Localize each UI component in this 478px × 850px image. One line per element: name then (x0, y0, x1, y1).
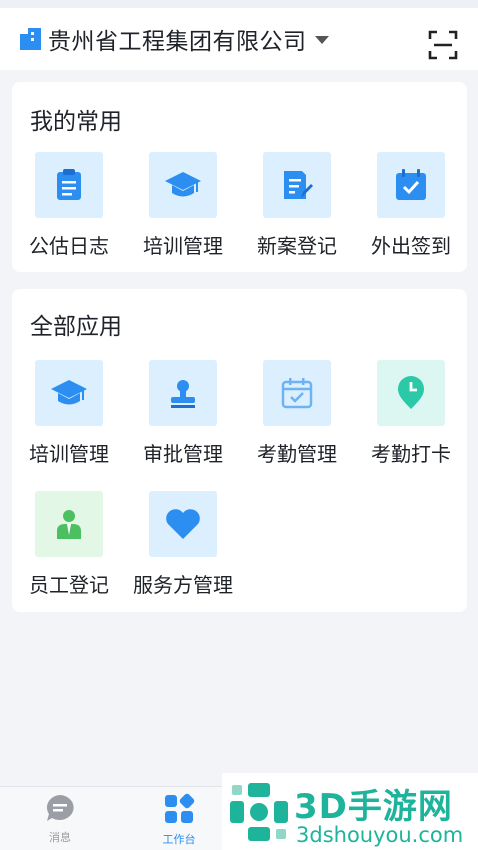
watermark: 3D手游网 3dshouyou.com (222, 773, 478, 850)
clock-pin-icon (398, 376, 424, 409)
watermark-title: 3D手游网 (294, 787, 453, 827)
tab-workbench[interactable]: 工作台 (149, 793, 209, 847)
all-apps-card: 全部应用 培训管理 审批管理 考勤管理 考勤打卡 员工登记 服务方管理 (12, 289, 467, 612)
app-daily-log[interactable]: 公估日志 (12, 152, 126, 259)
top-header: 贵州省工程集团有限公司 (0, 8, 478, 70)
app-label: 考勤管理 (257, 442, 337, 466)
app-tile (35, 152, 103, 218)
app-attendance[interactable]: 考勤管理 (240, 360, 354, 467)
stamp-icon (171, 380, 195, 408)
app-label: 培训管理 (29, 442, 109, 466)
app-label: 外出签到 (371, 234, 451, 258)
calendar-check-icon (396, 169, 426, 200)
app-service-provider[interactable]: 服务方管理 (126, 491, 240, 598)
app-tile (35, 491, 103, 557)
app-new-case[interactable]: 新案登记 (240, 152, 354, 259)
app-label: 新案登记 (257, 234, 337, 258)
company-selector[interactable]: 贵州省工程集团有限公司 (18, 22, 329, 56)
tab-label: 工作台 (162, 833, 196, 846)
app-tile (377, 152, 445, 218)
graduation-cap-icon (51, 380, 87, 405)
my-common-card: 我的常用 公估日志 培训管理 新案登记 外出签到 (12, 82, 467, 272)
app-label: 员工登记 (29, 573, 109, 597)
calendar-check-outline-icon (281, 378, 313, 409)
app-tile (149, 360, 217, 426)
scan-icon[interactable] (428, 30, 458, 60)
app-tile (149, 152, 217, 218)
watermark-logo-icon (230, 783, 288, 841)
app-label: 服务方管理 (133, 573, 233, 597)
app-label: 培训管理 (143, 234, 223, 258)
apps-grid-icon (165, 793, 195, 823)
app-check-in-out[interactable]: 外出签到 (354, 152, 468, 259)
app-label: 公估日志 (29, 234, 109, 258)
app-approval[interactable]: 审批管理 (126, 360, 240, 467)
my-common-title: 我的常用 (30, 109, 122, 135)
chat-bubble-icon (46, 795, 74, 821)
app-training[interactable]: 培训管理 (12, 360, 126, 467)
app-tile (35, 360, 103, 426)
app-tile (149, 491, 217, 557)
heart-icon (166, 509, 200, 539)
all-apps-title: 全部应用 (30, 314, 122, 340)
chevron-down-icon (314, 36, 329, 44)
document-edit-icon (284, 171, 313, 199)
company-name: 贵州省工程集团有限公司 (48, 29, 307, 55)
app-clock-in[interactable]: 考勤打卡 (354, 360, 468, 467)
app-tile (377, 360, 445, 426)
tab-messages[interactable]: 消息 (30, 793, 90, 845)
app-training[interactable]: 培训管理 (126, 152, 240, 259)
app-tile (263, 360, 331, 426)
graduation-cap-icon (165, 172, 201, 197)
app-label: 考勤打卡 (371, 442, 451, 466)
building-icon (20, 28, 41, 50)
status-strip (0, 0, 478, 8)
tab-label: 消息 (49, 831, 71, 844)
employee-icon (57, 510, 81, 539)
app-employee-registration[interactable]: 员工登记 (12, 491, 126, 598)
app-tile (263, 152, 331, 218)
clipboard-icon (57, 169, 81, 200)
watermark-url: 3dshouyou.com (296, 823, 464, 847)
app-label: 审批管理 (143, 442, 223, 466)
